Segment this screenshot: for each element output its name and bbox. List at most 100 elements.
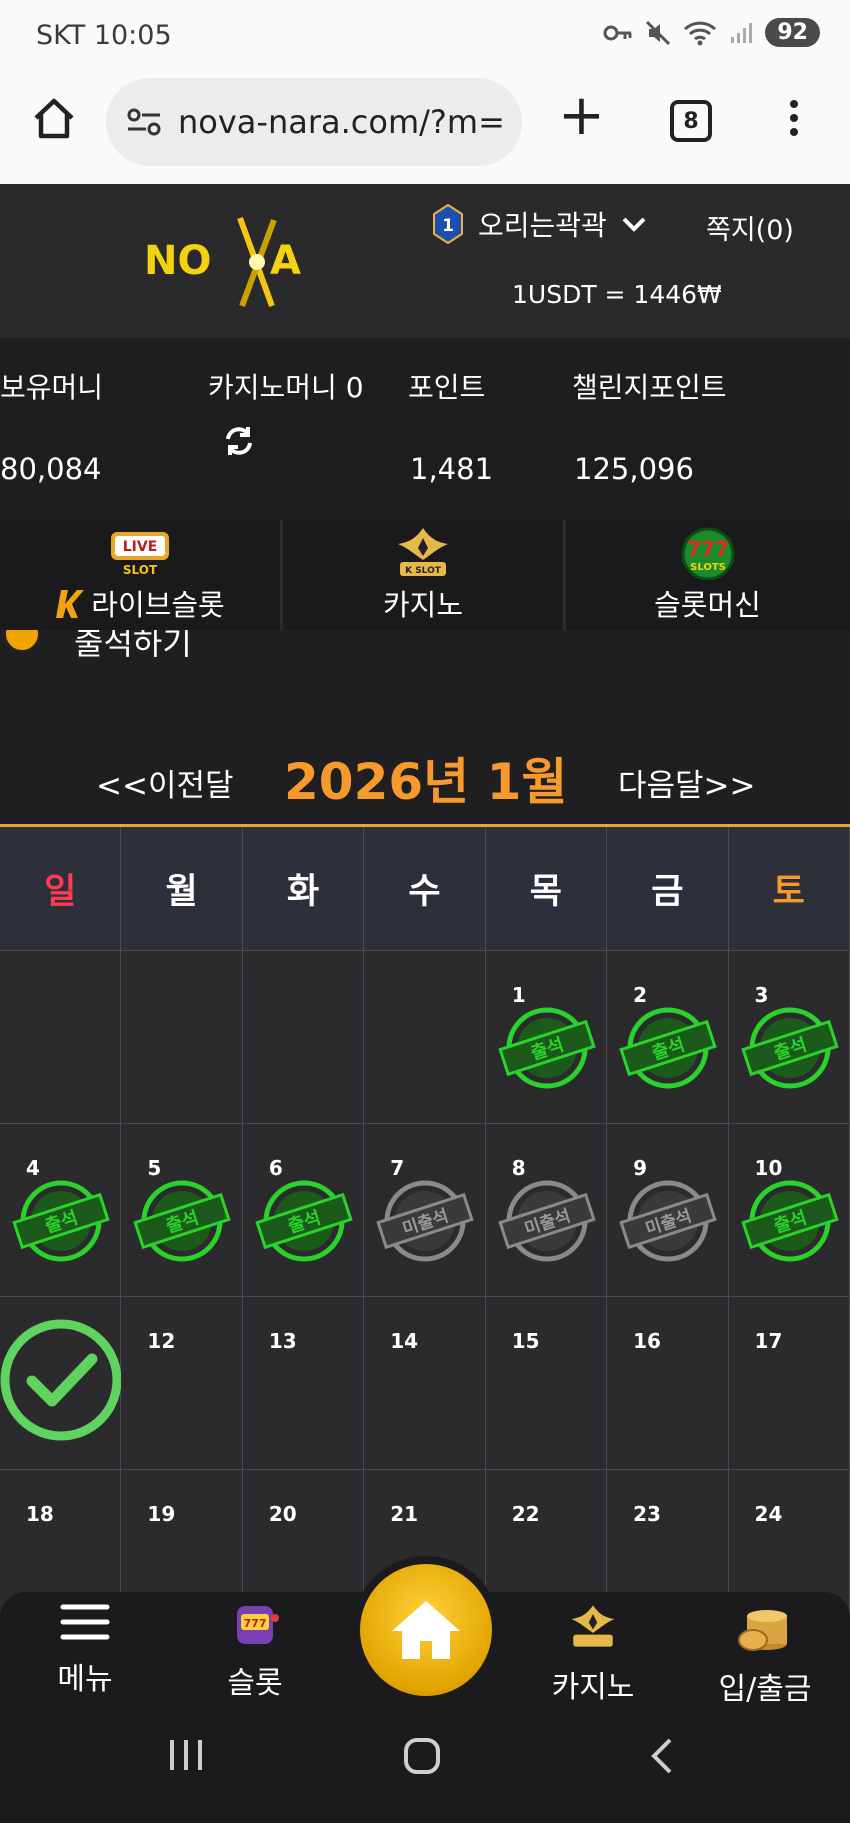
calendar-day-empty [121, 951, 243, 1124]
calendar-day: 3 출석 [728, 951, 850, 1124]
check-circle-icon [0, 1319, 122, 1441]
username: 오리는곽곽 [478, 209, 607, 242]
present-stamp-icon: 출석 [497, 1007, 596, 1089]
tab-count-button[interactable]: 8 [670, 100, 712, 142]
k-logo-icon [56, 590, 85, 618]
coins-icon [738, 1610, 787, 1651]
nav-menu-label: 메뉴 [57, 1662, 113, 1697]
home-button[interactable] [360, 1564, 492, 1696]
svg-text:1: 1 [442, 216, 454, 236]
mute-icon [646, 20, 671, 45]
carrier-time: SKT 10:05 [36, 20, 172, 51]
recent-apps-icon[interactable] [166, 1738, 206, 1772]
nav-deposit[interactable]: 입/출금 [700, 1602, 830, 1708]
attendance-calendar: 일 월 화 수 목 금 토 1 출석 2 출석 3 출석 4 출석 5 출석 6… [0, 824, 850, 1643]
month-title: 2026년 1월 [284, 753, 568, 811]
home-system-icon[interactable] [402, 1736, 442, 1776]
svg-text:SLOTS: SLOTS [690, 562, 726, 573]
chevron-down-icon [622, 217, 646, 232]
svg-text:NO: NO [144, 238, 211, 284]
signal-icon [731, 22, 753, 43]
point-label: 포인트 [408, 371, 486, 404]
game-category-tabs: LIVE SLOT 라이브슬롯 K SLOT 카지노 777 SLOTS 슬롯머신 [0, 520, 850, 630]
calendar-week-1: 1 출석 2 출석 3 출석 [0, 951, 850, 1124]
weekday-header: 일 월 화 수 목 금 토 [0, 827, 850, 951]
calendar-day: 5 출석 [121, 1124, 243, 1297]
svg-text:SLOT: SLOT [123, 563, 158, 577]
challenge-point-label: 챌린지포인트 [572, 371, 727, 404]
svg-text:777: 777 [244, 1617, 267, 1630]
tab-casino-label: 카지노 [382, 588, 464, 622]
tab-casino[interactable]: K SLOT 카지노 [283, 520, 566, 630]
calendar-day: 12 [121, 1297, 243, 1470]
calendar-day: 4 출석 [0, 1124, 122, 1297]
calendar-day: 9 미출석 [607, 1124, 729, 1297]
calendar-day: 6 출석 [242, 1124, 365, 1297]
home-icon [392, 1601, 460, 1659]
weekday-mon: 월 [121, 827, 243, 951]
coin-icon [2, 630, 42, 654]
point-value: 1,481 [410, 452, 494, 486]
money-value: 80,084 [0, 452, 102, 486]
calendar-day: 16 [607, 1297, 729, 1470]
user-menu[interactable]: 1 오리는곽곽 [432, 204, 647, 244]
nav-slot[interactable]: 777 슬롯 [190, 1602, 320, 1702]
messages-link[interactable]: 쪽지(0) [706, 208, 794, 247]
home-icon[interactable] [30, 94, 78, 142]
back-icon[interactable] [648, 1736, 676, 1776]
tab-slot-machine[interactable]: 777 SLOTS 슬롯머신 [566, 520, 849, 630]
nav-slot-label: 슬롯 [227, 1666, 283, 1701]
balance-panel: 보유머니 80,084 카지노머니 0 포인트 1,481 챌린지포인트 125… [0, 338, 850, 520]
tab-live-slot-label: 라이브슬롯 [91, 588, 225, 622]
slot-machine-icon: 777 [237, 1606, 279, 1644]
absent-stamp-icon: 미출석 [619, 1180, 717, 1262]
next-month-button[interactable]: 다음달>> [618, 760, 756, 805]
nav-casino[interactable]: 카지노 [528, 1602, 658, 1706]
system-navigation-bar [0, 1702, 850, 1823]
more-menu-icon[interactable] [790, 100, 800, 142]
nav-menu[interactable]: 메뉴 [20, 1602, 150, 1698]
level-badge-icon: 1 [433, 204, 463, 244]
absent-stamp-icon: 미출석 [376, 1180, 474, 1262]
svg-text:K SLOT: K SLOT [405, 566, 442, 576]
browser-toolbar: nova-nara.com/?m= + 8 [0, 72, 850, 184]
svg-text:LIVE: LIVE [123, 539, 158, 555]
calendar-day: 15 [485, 1297, 608, 1470]
tab-live-slot[interactable]: LIVE SLOT 라이브슬롯 [0, 520, 283, 630]
calendar-day: 14 [364, 1297, 486, 1470]
exchange-rate: 1USDT = 1446₩ [512, 280, 722, 309]
live-slot-icon: LIVE SLOT [111, 532, 169, 577]
k-slot-icon [571, 1605, 615, 1647]
status-bar: SKT 10:05 92 [0, 0, 850, 72]
calendar-day-today[interactable] [0, 1297, 122, 1470]
month-navigation: <<이전달 2026년 1월 다음달>> [0, 738, 850, 818]
wifi-icon [684, 21, 717, 45]
attendance-title: 출석하기 [74, 630, 192, 662]
status-icons: 92 [603, 18, 820, 47]
calendar-week-2: 4 출석 5 출석 6 출석 7 미출석 8 미출석 9 미출석 10 출석 [0, 1124, 850, 1297]
calendar-day: 10 출석 [728, 1124, 850, 1297]
present-stamp-icon: 출석 [740, 1180, 839, 1262]
url-text: nova-nara.com/?m= [178, 103, 505, 141]
present-stamp-icon: 출석 [255, 1180, 353, 1262]
new-tab-button[interactable]: + [558, 86, 605, 146]
weekday-sun: 일 [0, 827, 122, 951]
address-bar[interactable]: nova-nara.com/?m= [106, 78, 522, 166]
refresh-icon[interactable] [222, 424, 256, 458]
absent-stamp-icon: 미출석 [497, 1180, 596, 1262]
present-stamp-icon: 출석 [133, 1180, 232, 1262]
k-slot-icon: K SLOT [398, 528, 448, 576]
casino-money-label: 카지노머니 0 [208, 371, 364, 404]
battery-badge: 92 [765, 18, 820, 47]
key-icon [603, 25, 632, 40]
calendar-day: 17 [728, 1297, 850, 1470]
svg-text:777: 777 [687, 537, 729, 561]
calendar-day-empty [0, 951, 122, 1124]
nova-logo[interactable]: NO A [142, 214, 322, 309]
calendar-day-empty [364, 951, 486, 1124]
money-label: 보유머니 [0, 371, 104, 404]
prev-month-button[interactable]: <<이전달 [96, 760, 234, 805]
tab-slot-machine-label: 슬롯머신 [654, 588, 761, 622]
site-settings-icon[interactable] [126, 107, 162, 137]
777-slots-icon: 777SLOTS [681, 527, 734, 580]
